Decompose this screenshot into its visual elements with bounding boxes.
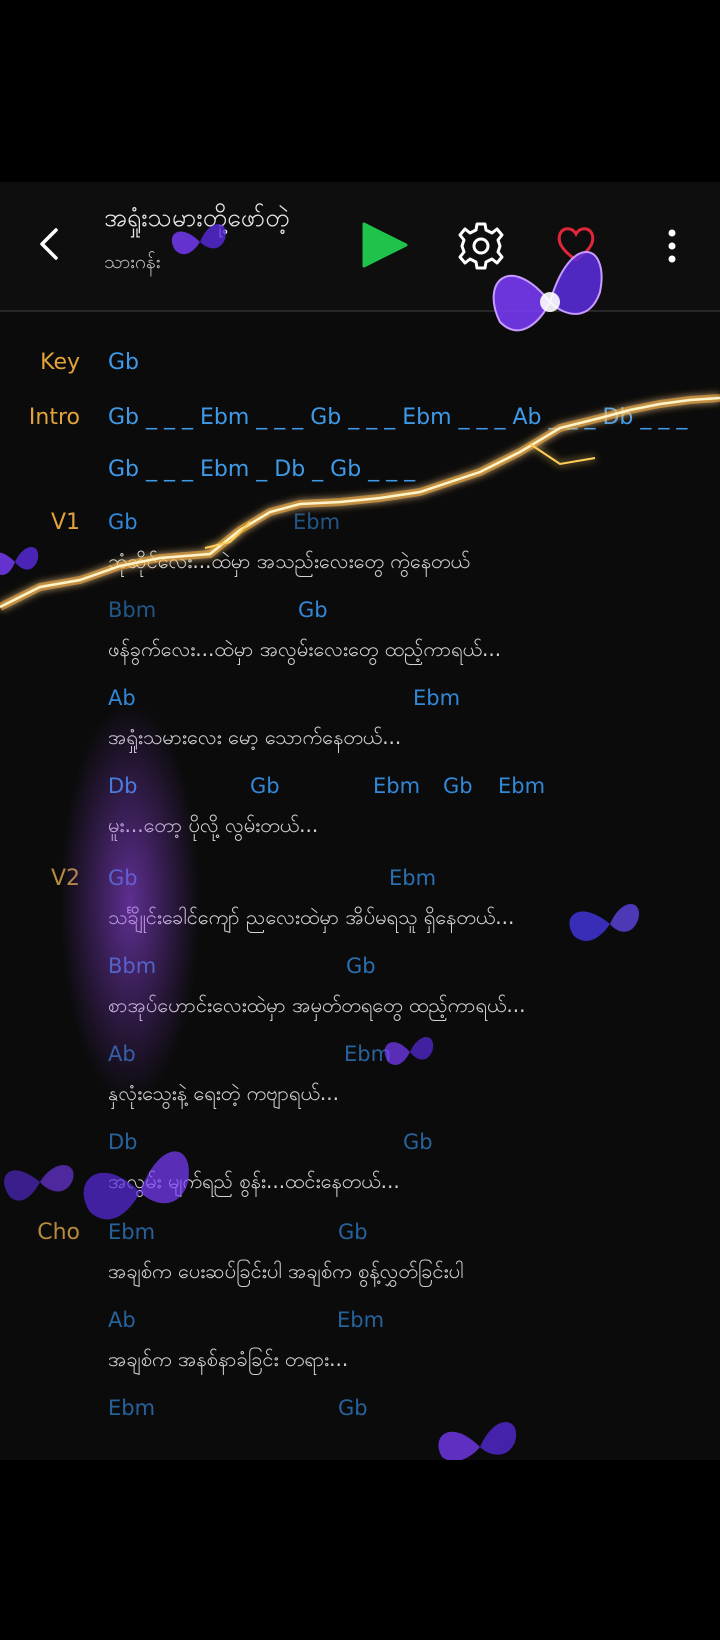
lyric-line: နှလုံးသွေးနဲ့ ရေးတဲ့ ကဗျာရယ်...: [108, 1081, 339, 1105]
chord: Gb: [346, 954, 376, 978]
chord: Gb: [108, 866, 138, 890]
chord: Gb: [298, 598, 328, 622]
chord: Ebm: [108, 1220, 156, 1244]
play-icon: [362, 222, 408, 268]
chord-sheet[interactable]: Key Gb Intro Gb _ _ _ Ebm _ _ _ Gb _ _ _…: [0, 310, 720, 1460]
section-label-intro: Intro: [28, 405, 80, 430]
intro-line-1: Gb _ _ _ Ebm _ _ _ Gb _ _ _ Ebm _ _ _ Ab…: [108, 405, 688, 430]
chord: Gb: [443, 774, 473, 798]
key-chord: Gb: [108, 350, 140, 375]
chord: Db: [108, 774, 138, 798]
chord: Ebm: [293, 510, 341, 534]
chord: Gb: [338, 1220, 368, 1244]
section-label-cho: Cho: [37, 1220, 80, 1245]
gear-icon: [458, 222, 504, 270]
chord: Ebm: [413, 686, 461, 710]
chord: Ebm: [373, 774, 421, 798]
chord: Ebm: [498, 774, 546, 798]
lyric-line: အလွမ်း မျက်ရည် စွန်း...ထင်းနေတယ်...: [108, 1169, 400, 1193]
play-button[interactable]: [360, 220, 410, 270]
section-label-v2: V2: [50, 866, 80, 891]
chord: Bbm: [108, 954, 157, 978]
chord: Ebm: [344, 1042, 392, 1066]
song-artist: သားဂန်း: [104, 251, 161, 273]
top-bar: အရှုံးသမားတို့ဖော်တဲ့ သားဂန်း: [0, 182, 720, 312]
lyric-line: ဖန်ခွက်လေး...ထဲမှာ အလွမ်းလေးတွေ ထည့်ကာရယ…: [108, 637, 502, 661]
heart-icon: [557, 227, 595, 262]
chord: Gb: [403, 1130, 433, 1154]
more-button[interactable]: [660, 226, 684, 266]
lyric-line: အချစ်က ပေးဆပ်ခြင်းပါ အချစ်က စွန့်လွှတ်ခြ…: [108, 1259, 464, 1283]
lyric-line: အရှုံးသမားလေး မော့ သောက်နေတယ်...: [108, 725, 402, 749]
intro-line-2: Gb _ _ _ Ebm _ Db _ Gb _ _ _: [108, 457, 416, 482]
chord: Gb: [250, 774, 280, 798]
chord: Ebm: [108, 1396, 156, 1420]
lyric-line: မူး...တော့ ပိုလို့ လွမ်းတယ်...: [108, 813, 319, 837]
chevron-left-icon: [40, 228, 58, 260]
section-label-key: Key: [40, 350, 80, 375]
lyric-line: ဘုံဆိုင်လေး...ထဲမှာ အသည်းလေးတွေ ကွဲနေတယ်: [108, 549, 470, 573]
chord: Ab: [108, 686, 136, 710]
settings-button[interactable]: [455, 220, 507, 272]
chord: Ebm: [337, 1308, 385, 1332]
back-button[interactable]: [30, 224, 70, 264]
chord-viewer-screen: အရှုံးသမားတို့ဖော်တဲ့ သားဂန်း Key Gb Int…: [0, 182, 720, 1460]
song-title: အရှုံးသမားတို့ဖော်တဲ့: [104, 203, 290, 232]
chord: Ab: [108, 1042, 136, 1066]
chord: Gb: [108, 510, 138, 534]
more-vertical-icon: [668, 229, 676, 263]
lyric-line: သင်္ချိုင်းခေါင်ကျော် ညလေးထဲမှာ အိပ်မရသူ…: [108, 905, 515, 929]
chord: Gb: [338, 1396, 368, 1420]
chord: Db: [108, 1130, 138, 1154]
favorite-button[interactable]: [554, 222, 598, 266]
section-label-v1: V1: [50, 510, 80, 535]
lyric-line: စာအုပ်ဟောင်းလေးထဲမှာ အမှတ်တရတွေ ထည့်ကာရယ…: [108, 993, 526, 1017]
chord: Bbm: [108, 598, 157, 622]
chord: Ebm: [389, 866, 437, 890]
chord: Ab: [108, 1308, 136, 1332]
lyric-line: အချစ်က အနစ်နာခံခြင်း တရား...: [108, 1347, 349, 1371]
